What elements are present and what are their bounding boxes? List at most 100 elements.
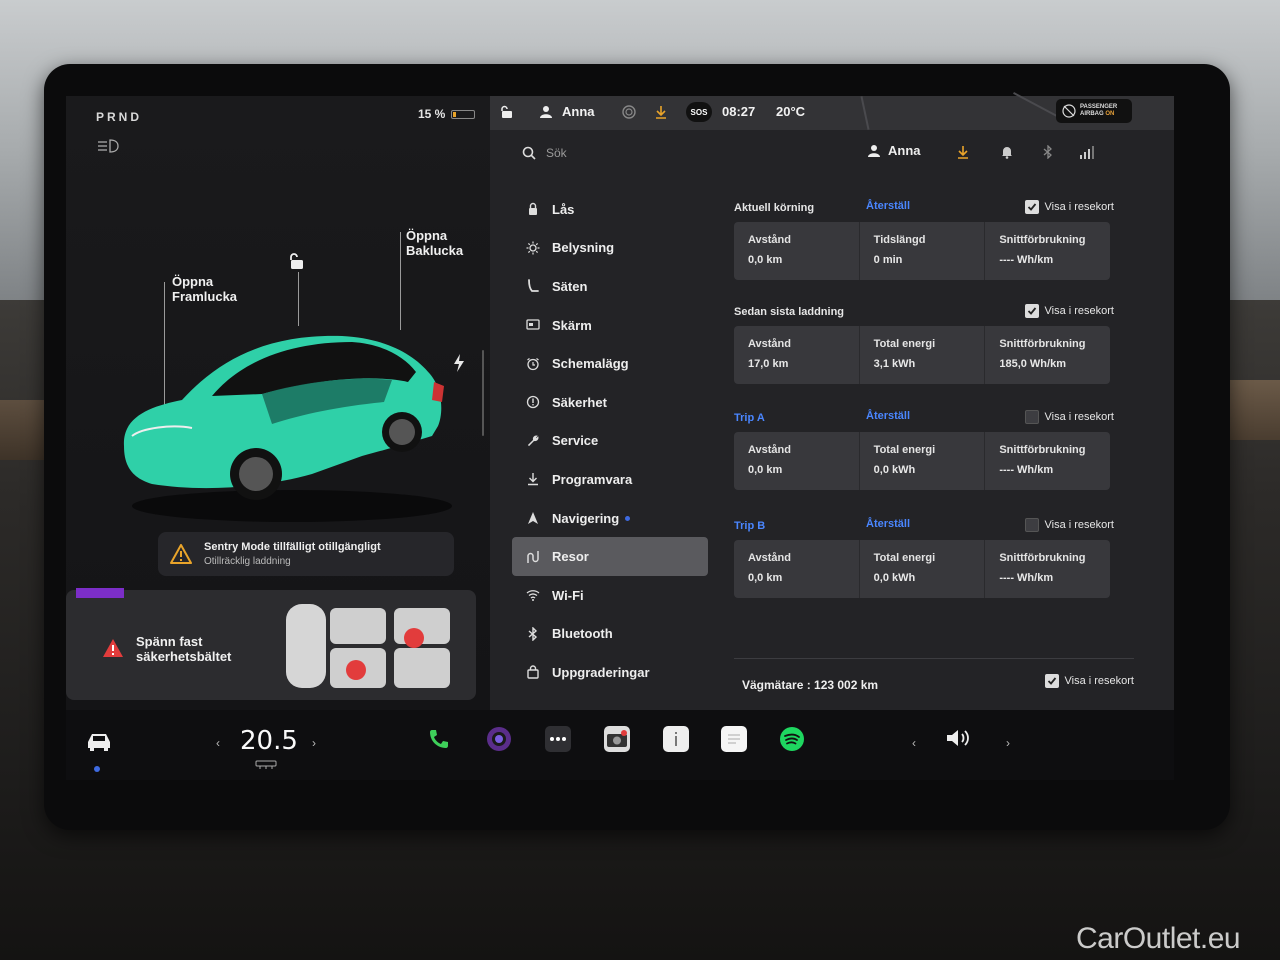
show-in-trip-card-toggle[interactable]: Visa i resekort xyxy=(1024,518,1114,532)
airbag-icon xyxy=(1062,104,1076,118)
stat-value: 0,0 kWh xyxy=(873,464,916,476)
show-in-trip-card-toggle[interactable]: Visa i resekort xyxy=(1024,410,1115,424)
passenger-airbag-status: PASSENGER AIRBAG ON xyxy=(1056,99,1132,123)
nav-item-service[interactable]: Service xyxy=(512,422,708,461)
nav-item-label: Lås xyxy=(552,201,575,217)
download-icon[interactable] xyxy=(956,145,970,159)
unlock-icon[interactable] xyxy=(288,252,306,270)
battery-icon xyxy=(451,109,476,119)
wifi-icon xyxy=(526,590,540,602)
stat-cell: Avstånd 0,0 km xyxy=(734,432,860,490)
bottom-bar: ‹ 20.5 › ‹ › xyxy=(66,710,1174,780)
stat-cell: Avstånd 0,0 km xyxy=(734,540,860,598)
checkbox[interactable] xyxy=(1024,304,1039,318)
stat-value: 185,0 Wh/km xyxy=(999,358,1066,370)
nav-item-label: Skärm xyxy=(552,317,592,333)
bag-icon xyxy=(527,665,539,680)
user-icon xyxy=(868,144,880,157)
volume-up-button[interactable]: › xyxy=(1006,736,1010,750)
stat-label: Snittförbrukning xyxy=(999,552,1086,564)
nav-item-säkerhet[interactable]: Säkerhet xyxy=(512,383,708,422)
profile-button[interactable]: Anna xyxy=(868,143,921,158)
unlock-status-icon[interactable] xyxy=(500,105,514,119)
sentry-title: Sentry Mode tillfälligt otillgängligt xyxy=(204,541,381,553)
spotify-icon[interactable] xyxy=(779,726,805,752)
checkbox[interactable] xyxy=(1024,410,1039,424)
charge-port-icon[interactable] xyxy=(452,354,466,372)
seatbelt-message: Spänn fast säkerhetsbältet xyxy=(136,634,232,664)
stat-cell: Total energi 3,1 kWh xyxy=(860,326,986,384)
nav-item-navigering[interactable]: Navigering xyxy=(512,499,708,538)
software-download-icon[interactable] xyxy=(654,105,668,119)
nav-item-bluetooth[interactable]: Bluetooth xyxy=(512,615,708,654)
show-in-trip-card-toggle[interactable]: Visa i resekort xyxy=(1024,200,1115,214)
stat-cell: Avstånd 0,0 km xyxy=(734,222,860,280)
stat-value: ---- Wh/km xyxy=(999,572,1054,584)
show-in-trip-card-label: Visa i resekort xyxy=(1044,305,1115,317)
volume-icon[interactable] xyxy=(944,726,974,750)
warning-icon xyxy=(170,544,192,564)
trip-stats: Avstånd 0,0 km Total energi 0,0 kWh Snittför… xyxy=(734,432,1110,490)
nav-item-uppgraderingar[interactable]: Uppgraderingar xyxy=(512,653,708,692)
camera-icon[interactable] xyxy=(486,726,512,752)
checkbox[interactable] xyxy=(1044,674,1059,688)
nav-item-lås[interactable]: Lås xyxy=(512,190,708,229)
car-model-image xyxy=(123,335,452,522)
active-indicator xyxy=(94,766,100,772)
stat-label: Snittförbrukning xyxy=(999,338,1086,350)
show-in-trip-card-label: Visa i resekort xyxy=(1044,411,1115,423)
stat-value: 0 min xyxy=(873,254,903,266)
cabin-temperature[interactable]: 20.5 xyxy=(240,726,298,756)
nav-item-belysning[interactable]: Belysning xyxy=(512,229,708,268)
odometer-show-toggle[interactable]: Visa i resekort xyxy=(1044,674,1134,688)
map-road xyxy=(860,96,870,130)
reset-button[interactable]: Återställ xyxy=(866,410,910,422)
airbag-status-on: ON xyxy=(1105,111,1115,117)
checkbox[interactable] xyxy=(1024,200,1039,214)
sos-button[interactable]: SOS xyxy=(686,102,712,122)
more-icon[interactable] xyxy=(545,726,571,752)
light-icon xyxy=(526,241,540,255)
stat-label: Avstånd xyxy=(748,552,791,564)
reset-button[interactable]: Återställ xyxy=(866,200,910,212)
lte-signal-icon xyxy=(1080,146,1094,159)
car-icon[interactable] xyxy=(84,730,114,752)
defrost-icon[interactable] xyxy=(254,760,278,770)
temp-down-button[interactable]: ‹ xyxy=(216,736,220,750)
nav-item-schemalägg[interactable]: Schemalägg xyxy=(512,344,708,383)
homelink-icon[interactable] xyxy=(622,105,636,119)
profile-name: Anna xyxy=(888,143,921,158)
notes-icon[interactable] xyxy=(721,726,747,752)
section-title: Aktuell körning xyxy=(734,202,815,214)
temp-up-button[interactable]: › xyxy=(312,736,316,750)
phone-icon[interactable] xyxy=(426,726,452,752)
nav-item-skärm[interactable]: Skärm xyxy=(512,306,708,345)
nav-item-resor[interactable]: Resor xyxy=(512,537,708,576)
bell-icon[interactable] xyxy=(1000,145,1014,159)
trip-section: Sedan sista laddning Visa i resekort Avstå… xyxy=(734,304,1134,384)
headlight-icon[interactable] xyxy=(96,138,120,154)
nav-item-programvara[interactable]: Programvara xyxy=(512,460,708,499)
bluetooth-icon[interactable] xyxy=(1042,145,1054,159)
stat-cell: Total energi 0,0 kWh xyxy=(860,540,986,598)
volume-down-button[interactable]: ‹ xyxy=(912,736,916,750)
stat-label: Total energi xyxy=(873,552,936,564)
settings-search-input[interactable] xyxy=(546,142,746,164)
status-user-name[interactable]: Anna xyxy=(562,104,595,119)
outside-temperature: 20°C xyxy=(776,104,806,119)
stat-cell: Snittförbrukning ---- Wh/km xyxy=(985,540,1110,598)
show-in-trip-card-label: Visa i resekort xyxy=(1044,201,1115,213)
nav-item-säten[interactable]: Säten xyxy=(512,267,708,306)
stat-value: 0,0 km xyxy=(748,254,783,266)
checkbox[interactable] xyxy=(1024,518,1039,532)
stat-label: Snittförbrukning xyxy=(999,444,1086,456)
open-trunk-button[interactable]: Öppna Baklucka xyxy=(406,228,463,258)
trip-stats: Avstånd 0,0 km Tidslängd 0 min Snittförbrukn… xyxy=(734,222,1110,280)
bluetooth-icon xyxy=(528,626,538,641)
dashcam-icon[interactable] xyxy=(604,726,630,752)
nav-item-wi-fi[interactable]: Wi-Fi xyxy=(512,576,708,615)
open-frunk-button[interactable]: Öppna Framlucka xyxy=(172,274,237,304)
show-in-trip-card-toggle[interactable]: Visa i resekort xyxy=(1024,304,1115,318)
manual-icon[interactable] xyxy=(663,726,689,752)
reset-button[interactable]: Återställ xyxy=(866,518,910,530)
